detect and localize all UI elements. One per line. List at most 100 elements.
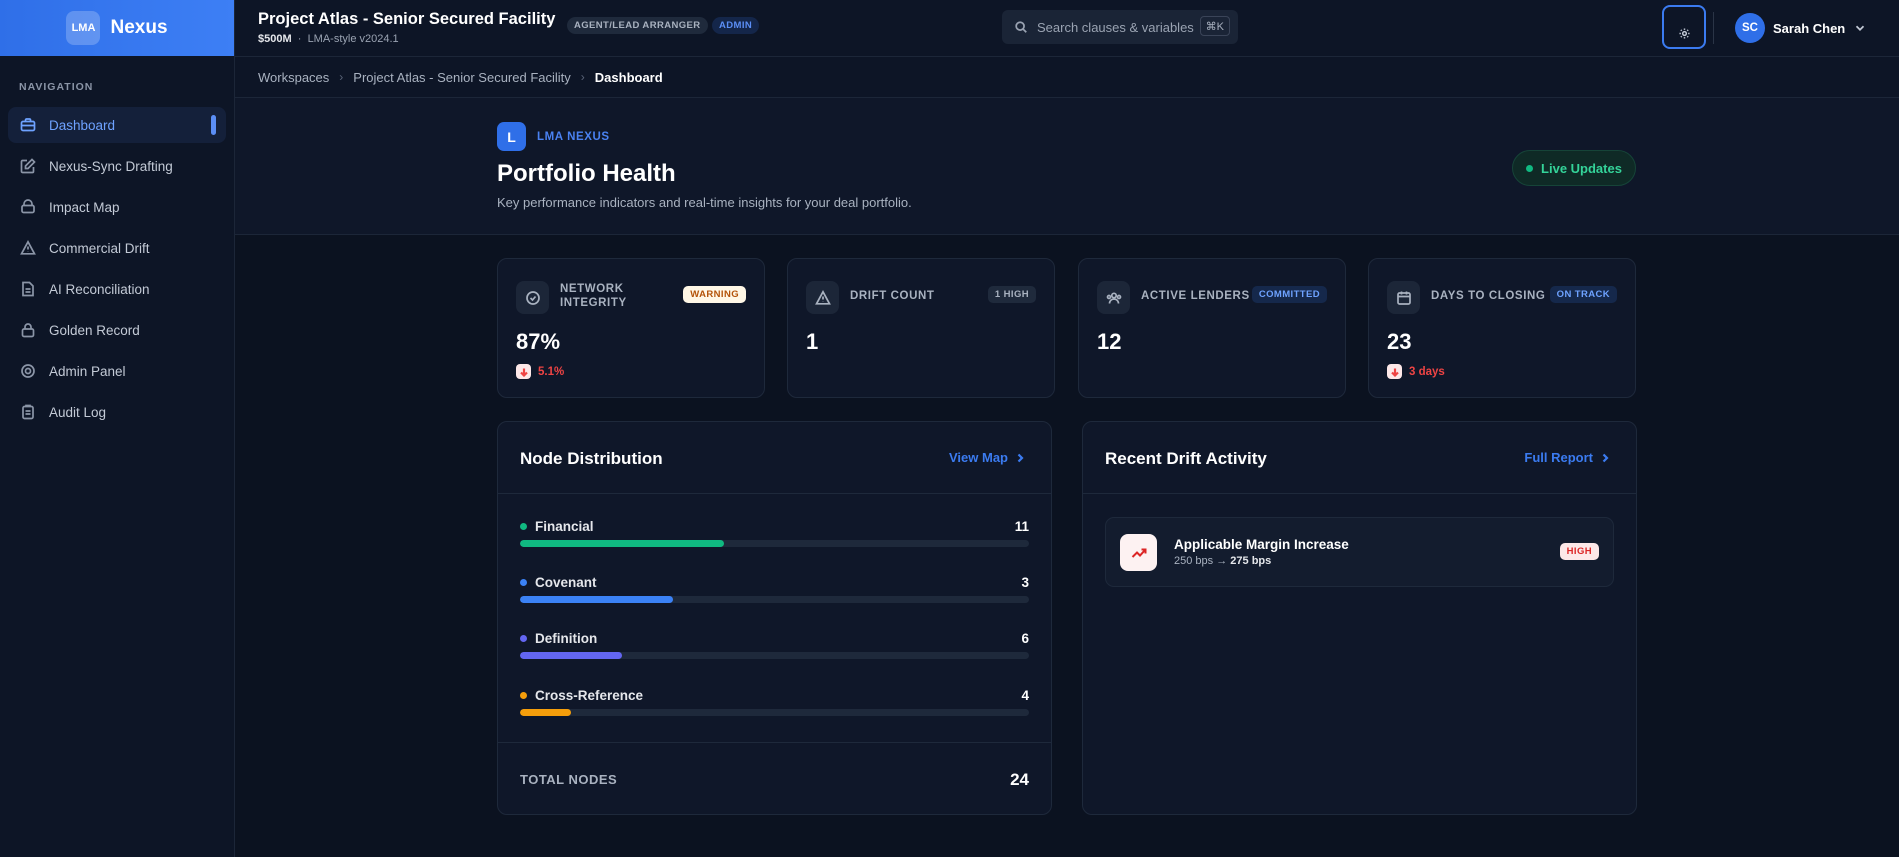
link-label: View Map (948, 450, 1008, 465)
kpi-label: ACTIVE LENDERS (1141, 290, 1250, 302)
breadcrumb-workspaces[interactable]: Workspaces (258, 70, 329, 85)
sidebar-item-impact-map[interactable]: Impact Map (8, 189, 226, 225)
trending-up-icon (1120, 534, 1157, 571)
search-shortcut: ⌘K (1199, 16, 1230, 36)
live-label: Live Updates (1541, 160, 1622, 176)
kpi-label: NETWORK INTEGRITY (560, 283, 627, 309)
warning-icon (20, 240, 36, 255)
view-map-link[interactable]: View Map (949, 450, 1026, 465)
progress-fill (520, 540, 724, 547)
layers-icon (21, 199, 35, 214)
theme-toggle-button[interactable] (1662, 5, 1706, 49)
project-title: Project Atlas - Senior Secured Facility (258, 10, 556, 28)
progress-fill (520, 652, 622, 659)
progress-track (520, 652, 1029, 659)
drift-to: 275 bps (1230, 555, 1272, 567)
template-version: LMA-style v2024.1 (307, 33, 399, 45)
users-icon (1097, 281, 1130, 314)
project-subtitle: $500M · LMA-style v2024.1 (258, 33, 399, 45)
distribution-count: 11 (1014, 519, 1029, 534)
search-input[interactable]: Search clauses & variables ⌘K (1002, 10, 1238, 44)
distribution-label: Definition (520, 631, 597, 646)
arrow-down-icon (516, 364, 531, 379)
sidebar: LMA Nexus NAVIGATION Dashboard Nexus-Syn… (0, 0, 235, 857)
kpi-value: 1 (806, 329, 819, 354)
live-dot (1526, 164, 1534, 172)
user-menu[interactable]: SC Sarah Chen (1735, 13, 1867, 43)
panel-header: Node Distribution View Map (498, 422, 1051, 494)
sidebar-item-label: Dashboard (49, 117, 116, 133)
brand[interactable]: LMA Nexus (0, 0, 234, 56)
distribution-name: Covenant (535, 575, 597, 590)
sidebar-item-audit-log[interactable]: Audit Log (8, 394, 226, 430)
kpi-value: 12 (1097, 329, 1122, 354)
sidebar-item-label: Nexus-Sync Drafting (49, 158, 173, 174)
sidebar-item-label: AI Reconciliation (49, 281, 150, 297)
status-badge: WARNING (683, 286, 746, 303)
kpi-card-days-to-closing[interactable]: DAYS TO CLOSING ON TRACK 23 3 days (1368, 258, 1636, 398)
sidebar-item-golden-record[interactable]: Golden Record (8, 312, 226, 348)
full-report-link[interactable]: Full Report (1524, 450, 1611, 465)
sidebar-item-nexus-sync-drafting[interactable]: Nexus-Sync Drafting (8, 148, 226, 184)
distribution-label: Covenant (520, 575, 597, 590)
nav-heading: NAVIGATION (19, 81, 94, 93)
kpi-card-active-lenders[interactable]: ACTIVE LENDERS COMMITTED 12 (1078, 258, 1346, 398)
sidebar-item-commercial-drift[interactable]: Commercial Drift (8, 230, 226, 266)
distribution-count: 3 (1021, 575, 1029, 590)
distribution-row-covenant: Covenant 3 (520, 575, 1029, 615)
total-nodes-row: TOTAL NODES 24 (498, 742, 1051, 814)
progress-fill (520, 709, 571, 716)
drift-item[interactable]: Applicable Margin Increase 250 bps → 275… (1105, 517, 1614, 587)
kpi-delta-value: 5.1% (538, 365, 565, 378)
kpi-label: DAYS TO CLOSING (1431, 290, 1546, 302)
calendar-icon (1387, 281, 1420, 314)
header-divider (1713, 12, 1714, 44)
kpi-delta: 3 days (1387, 364, 1445, 379)
sidebar-item-label: Commercial Drift (49, 240, 150, 256)
total-value: 24 (1010, 770, 1029, 789)
distribution-label: Cross-Reference (520, 688, 643, 703)
distribution-row-cross-reference: Cross-Reference 4 (520, 688, 1029, 728)
series-dot (520, 692, 527, 699)
distribution-name: Definition (535, 631, 598, 646)
kpi-label: DRIFT COUNT (850, 290, 935, 302)
edit-icon (20, 158, 36, 174)
live-updates-badge[interactable]: Live Updates (1512, 150, 1636, 186)
page-title: Portfolio Health (497, 160, 676, 187)
breadcrumb-current: Dashboard (594, 69, 663, 85)
drift-title: Applicable Margin Increase (1174, 537, 1349, 552)
breadcrumb-project[interactable]: Project Atlas - Senior Secured Facility (353, 70, 570, 85)
kpi-delta: 5.1% (516, 364, 564, 379)
kpi-value: 87% (516, 329, 561, 354)
status-badge: ON TRACK (1549, 286, 1617, 303)
distribution-row-financial: Financial 11 (520, 519, 1029, 559)
chevron-right-icon (1017, 453, 1024, 462)
panel-header: Recent Drift Activity Full Report (1083, 422, 1636, 494)
status-badge: COMMITTED (1251, 286, 1327, 303)
sidebar-item-admin-panel[interactable]: Admin Panel (8, 353, 226, 389)
role-tag: AGENT/LEAD ARRANGER (567, 17, 708, 34)
distribution-name: Financial (535, 519, 594, 534)
gear-icon (21, 364, 35, 378)
page-header: L LMA NEXUS Portfolio Health Key perform… (235, 98, 1899, 235)
clipboard-icon (22, 404, 34, 420)
arrow-down-icon (1387, 364, 1402, 379)
node-distribution-panel: Node Distribution View Map Financial 11 … (497, 421, 1052, 815)
kpi-card-drift-count[interactable]: DRIFT COUNT 1 HIGH 1 (787, 258, 1055, 398)
brand-logo: LMA (66, 11, 101, 45)
warning-icon (806, 281, 839, 314)
check-circle-icon (516, 281, 549, 314)
kpi-card-network-integrity[interactable]: NETWORK INTEGRITY WARNING 87% 5.1% (497, 258, 765, 398)
series-dot (520, 635, 527, 642)
status-badge: 1 HIGH (987, 286, 1036, 303)
top-bar: Project Atlas - Senior Secured Facility … (235, 0, 1899, 57)
sidebar-item-ai-reconciliation[interactable]: AI Reconciliation (8, 271, 226, 307)
kpi-value: 23 (1387, 329, 1412, 354)
panel-title: Node Distribution (520, 449, 663, 468)
breadcrumb: Workspaces › Project Atlas - Senior Secu… (235, 57, 1899, 98)
sidebar-item-dashboard[interactable]: Dashboard (8, 107, 226, 143)
briefcase-icon (20, 118, 36, 132)
progress-track (520, 709, 1029, 716)
subtitle-separator: · (297, 33, 302, 45)
lock-icon (21, 323, 35, 338)
